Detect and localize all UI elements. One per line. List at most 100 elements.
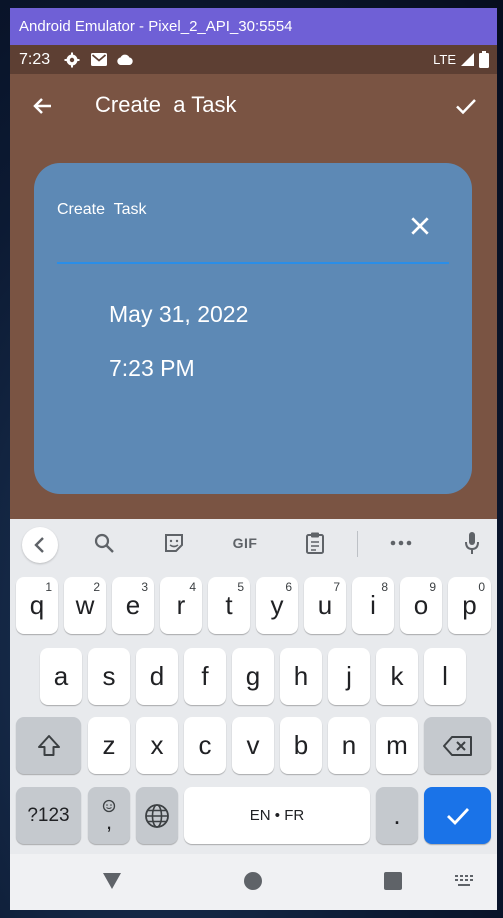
key-u[interactable]: u7 xyxy=(304,577,346,634)
nav-home-icon[interactable] xyxy=(244,872,262,890)
shift-key[interactable] xyxy=(16,717,81,774)
confirm-check-icon[interactable] xyxy=(453,94,479,118)
keyboard-icon[interactable] xyxy=(454,874,474,888)
key-hint: 0 xyxy=(478,580,485,594)
gif-label: GIF xyxy=(232,535,258,551)
enter-key[interactable] xyxy=(424,787,491,844)
close-icon[interactable] xyxy=(409,215,431,237)
network-type: LTE xyxy=(433,52,456,67)
key-j[interactable]: j xyxy=(328,648,370,705)
key-hint: 3 xyxy=(141,580,148,594)
key-r[interactable]: r4 xyxy=(160,577,202,634)
key-n[interactable]: n xyxy=(328,717,370,774)
task-date[interactable]: May 31, 2022 xyxy=(109,301,248,328)
space-key[interactable]: EN • FR xyxy=(184,787,370,844)
key-w[interactable]: w2 xyxy=(64,577,106,634)
shift-icon xyxy=(37,734,60,756)
key-b[interactable]: b xyxy=(280,717,322,774)
globe-key[interactable] xyxy=(136,787,178,844)
task-input-label[interactable]: Create Task xyxy=(57,201,147,219)
signal-icon xyxy=(461,53,474,66)
create-task-card: Create Task May 31, 2022 7:23 PM xyxy=(34,163,472,494)
on-screen-keyboard: GIF q 1 w 2 e 3 r 4 t 5 y 6 u 7 i 8 o 9 … xyxy=(10,519,497,854)
key-t[interactable]: t5 xyxy=(208,577,250,634)
key-s[interactable]: s xyxy=(88,648,130,705)
cloud-icon xyxy=(117,54,133,65)
key-q[interactable]: q1 xyxy=(16,577,58,634)
search-icon xyxy=(94,533,114,553)
emoji-comma-key[interactable]: , xyxy=(88,787,130,844)
nav-recents-icon[interactable] xyxy=(384,872,402,890)
more-horizontal-icon xyxy=(390,540,412,546)
backspace-icon xyxy=(442,735,472,756)
key-x[interactable]: x xyxy=(136,717,178,774)
key-hint: 4 xyxy=(189,580,196,594)
phone-screen: 7:23 LTE Create a Task Create Task May 3… xyxy=(10,45,497,910)
key-a[interactable]: a xyxy=(40,648,82,705)
key-l[interactable]: l xyxy=(424,648,466,705)
page-title: Create a Task xyxy=(95,92,237,117)
key-label: w xyxy=(75,590,95,620)
key-k[interactable]: k xyxy=(376,648,418,705)
key-f[interactable]: f xyxy=(184,648,226,705)
key-hint: 7 xyxy=(333,580,340,594)
symbols-key[interactable]: ?123 xyxy=(16,787,81,844)
app-bar: Create a Task xyxy=(10,74,497,138)
arrow-back-icon[interactable] xyxy=(30,94,56,118)
key-label: q xyxy=(29,590,45,620)
key-hint: 6 xyxy=(285,580,292,594)
status-bar: 7:23 LTE xyxy=(10,45,497,74)
keyboard-search-button[interactable] xyxy=(91,530,117,556)
keyboard-more-button[interactable] xyxy=(388,530,414,556)
task-time[interactable]: 7:23 PM xyxy=(109,355,195,382)
status-right-icons: LTE xyxy=(433,51,489,68)
key-hint: 9 xyxy=(429,580,436,594)
keyboard-clipboard-button[interactable] xyxy=(302,530,328,556)
battery-icon xyxy=(479,51,489,68)
sticker-icon xyxy=(165,534,183,552)
toolbar-divider xyxy=(357,531,358,557)
key-hint: 8 xyxy=(381,580,388,594)
microphone-icon xyxy=(465,532,479,554)
key-v[interactable]: v xyxy=(232,717,274,774)
keyboard-toolbar: GIF xyxy=(10,519,497,569)
key-label: r xyxy=(176,590,186,620)
key-d[interactable]: d xyxy=(136,648,178,705)
backspace-key[interactable] xyxy=(424,717,491,774)
period-key[interactable]: . xyxy=(376,787,418,844)
key-label: o xyxy=(413,590,429,620)
key-hint: 5 xyxy=(237,580,244,594)
checkmark-icon xyxy=(446,807,469,825)
emulator-title: Android Emulator - Pixel_2_API_30:5554 xyxy=(19,18,293,35)
keyboard-collapse-button[interactable] xyxy=(22,527,58,563)
key-c[interactable]: c xyxy=(184,717,226,774)
status-time: 7:23 xyxy=(19,51,51,68)
chevron-left-icon xyxy=(34,537,44,553)
key-label: t xyxy=(225,590,233,620)
key-m[interactable]: m xyxy=(376,717,418,774)
key-label: e xyxy=(125,590,141,620)
key-label: p xyxy=(462,590,477,620)
key-o[interactable]: o9 xyxy=(400,577,442,634)
system-navigation-bar xyxy=(10,854,497,910)
keyboard-gif-button[interactable]: GIF xyxy=(228,530,262,556)
comma-label: , xyxy=(105,808,113,834)
keyboard-voice-button[interactable] xyxy=(459,530,485,556)
nav-back-icon[interactable] xyxy=(102,872,122,890)
gmail-icon xyxy=(91,53,107,66)
key-e[interactable]: e3 xyxy=(112,577,154,634)
keyboard-sticker-button[interactable] xyxy=(161,530,187,556)
key-label: y xyxy=(270,590,284,620)
key-z[interactable]: z xyxy=(88,717,130,774)
key-h[interactable]: h xyxy=(280,648,322,705)
key-label: u xyxy=(317,590,333,620)
key-g[interactable]: g xyxy=(232,648,274,705)
clipboard-icon xyxy=(306,532,324,554)
key-i[interactable]: i8 xyxy=(352,577,394,634)
task-input-underline xyxy=(57,262,449,264)
gear-icon xyxy=(64,52,80,68)
key-hint: 2 xyxy=(93,580,100,594)
key-p[interactable]: p0 xyxy=(448,577,491,634)
globe-icon xyxy=(145,803,169,828)
key-y[interactable]: y6 xyxy=(256,577,298,634)
